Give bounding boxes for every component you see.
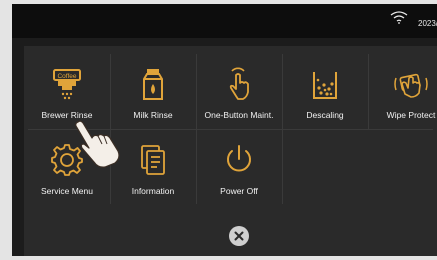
descaling-cup-icon xyxy=(313,72,337,99)
close-button[interactable] xyxy=(229,226,249,246)
tap-hand-icon xyxy=(229,67,249,100)
milk-carton-icon xyxy=(143,69,163,100)
menu-item-descaling[interactable]: Descaling xyxy=(282,56,368,132)
date-text: 2023/08 xyxy=(418,19,437,28)
documents-icon xyxy=(141,145,165,175)
menu-item-label: Service Menu xyxy=(41,186,93,196)
time-text: 16 xyxy=(418,9,437,19)
status-bar: 16 2023/08 xyxy=(12,4,437,38)
pointing-hand-overlay xyxy=(75,120,120,168)
menu-item-label: Descaling xyxy=(306,110,344,120)
brewer-icon: Coffee xyxy=(53,69,81,100)
wipe-hand-icon xyxy=(394,73,428,98)
menu-item-label: Wipe Protect xyxy=(386,110,436,120)
brewer-icon-text: Coffee xyxy=(57,73,76,80)
close-icon xyxy=(234,231,244,241)
power-icon xyxy=(227,145,251,172)
menu-item-one-button-maint[interactable]: One-Button Maint. xyxy=(196,56,282,132)
device-screen: 16 2023/08 Coffee Brewer Rinse xyxy=(12,4,437,256)
menu-item-label: Milk Rinse xyxy=(133,110,173,120)
menu-item-power-off[interactable]: Power Off xyxy=(196,132,282,208)
wifi-icon xyxy=(390,11,408,24)
menu-item-label: One-Button Maint. xyxy=(204,110,274,120)
menu-item-label: Power Off xyxy=(220,186,258,196)
clock: 16 2023/08 xyxy=(418,9,437,29)
menu-item-label: Information xyxy=(131,186,175,196)
menu-item-wipe-protect[interactable]: Wipe Protect xyxy=(368,56,437,132)
